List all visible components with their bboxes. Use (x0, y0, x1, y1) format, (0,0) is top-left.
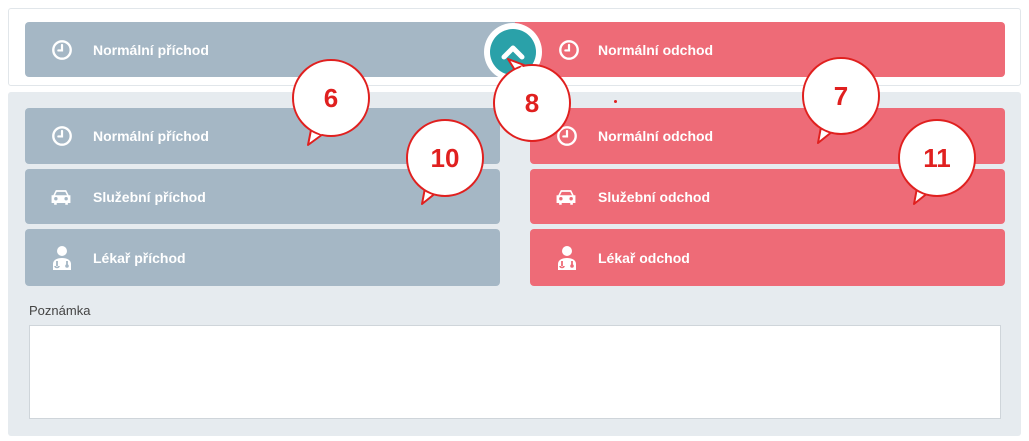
top-normal-arrival-button[interactable]: Normální příchod (25, 22, 515, 77)
doctor-arrival-label: Lékař příchod (93, 249, 186, 266)
callout-label: 8 (525, 88, 539, 118)
callout-11: 11 (898, 119, 976, 205)
top-normal-departure-label: Normální odchod (598, 41, 714, 58)
callout-7: 7 (802, 57, 880, 144)
top-normal-departure-button[interactable]: Normální odchod (515, 22, 1005, 77)
car-icon (554, 185, 578, 209)
note-label: Poznámka (29, 303, 91, 318)
clock-icon (50, 38, 74, 62)
top-normal-arrival-label: Normální příchod (93, 41, 209, 58)
callout-6: 6 (292, 59, 370, 146)
callout-label: 10 (431, 143, 460, 173)
normal-arrival-label: Normální příchod (93, 128, 209, 144)
callout-label: 6 (324, 83, 338, 113)
callout-10: 10 (406, 119, 484, 205)
car-icon (49, 185, 73, 209)
doctor-icon (50, 246, 74, 270)
doctor-icon (555, 246, 579, 270)
clock-icon (50, 124, 74, 148)
callout-8: 8 (493, 58, 571, 142)
doctor-departure-button[interactable]: Lékař odchod (530, 229, 1005, 286)
business-arrival-label: Služební příchod (93, 188, 206, 205)
callout-label: 11 (923, 143, 951, 173)
note-textarea[interactable] (29, 325, 1001, 419)
business-departure-label: Služební odchod (598, 188, 710, 205)
doctor-arrival-button[interactable]: Lékař příchod (25, 229, 500, 286)
doctor-departure-label: Lékař odchod (598, 249, 690, 266)
normal-departure-label: Normální odchod (598, 128, 714, 144)
marker-dot (614, 100, 617, 103)
callout-label: 7 (834, 81, 848, 111)
